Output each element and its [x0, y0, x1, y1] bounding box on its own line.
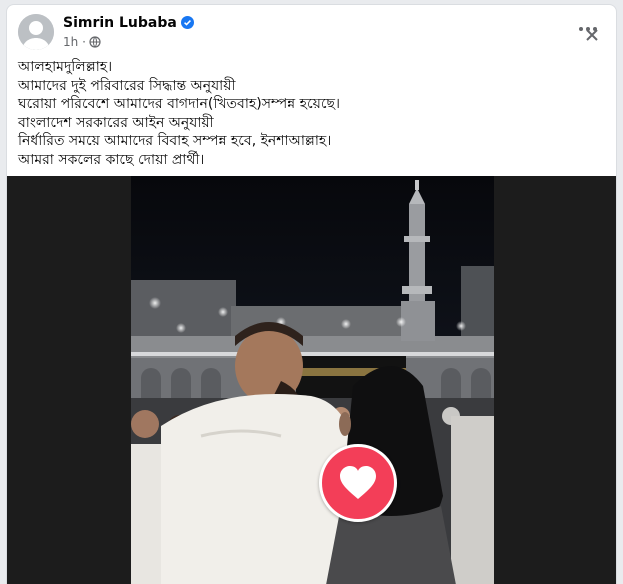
verified-badge-icon	[180, 16, 194, 33]
author-name-text[interactable]: Simrin Lubaba	[63, 15, 177, 31]
love-reaction-button[interactable]	[319, 444, 397, 522]
post-line: আলহামদুলিল্লাহ।	[18, 59, 113, 75]
avatar[interactable]	[18, 14, 54, 50]
author-name[interactable]: Simrin Lubaba	[63, 15, 194, 33]
post-card: Simrin Lubaba 1h · আলহামদুলিল্লাহ। আমাদে…	[6, 4, 617, 584]
close-button[interactable]	[582, 25, 602, 45]
post-media[interactable]	[7, 176, 616, 584]
post-header: Simrin Lubaba 1h ·	[7, 5, 616, 59]
post-line: নির্ধারিত সময়ে আমাদের বিবাহ সম্পন্ন হবে…	[18, 133, 332, 149]
post-line: বাংলাদেশ সরকারের আইন অনুযায়ী	[18, 114, 214, 131]
post-body: আলহামদুলিল্লাহ। আমাদের দুই পরিবারের সিদ্…	[18, 58, 578, 169]
post-line: আমরা সকলের কাছে দোয়া প্রার্থী।	[18, 151, 205, 168]
post-time[interactable]: 1h	[63, 35, 78, 49]
post-meta: 1h ·	[63, 35, 101, 51]
photo-illustration	[131, 176, 494, 584]
post-line: আমাদের দুই পরিবারের সিদ্ধান্ত অনুযায়ী	[18, 77, 236, 94]
default-avatar-icon	[18, 14, 54, 50]
post-photo[interactable]	[131, 176, 494, 584]
love-heart-icon	[340, 466, 376, 499]
post-line: ঘরোয়া পরিবেশে আমাদের বাগদান(খিতবাহ)সম্প…	[18, 96, 340, 112]
close-icon	[586, 29, 598, 41]
globe-icon	[89, 36, 101, 51]
